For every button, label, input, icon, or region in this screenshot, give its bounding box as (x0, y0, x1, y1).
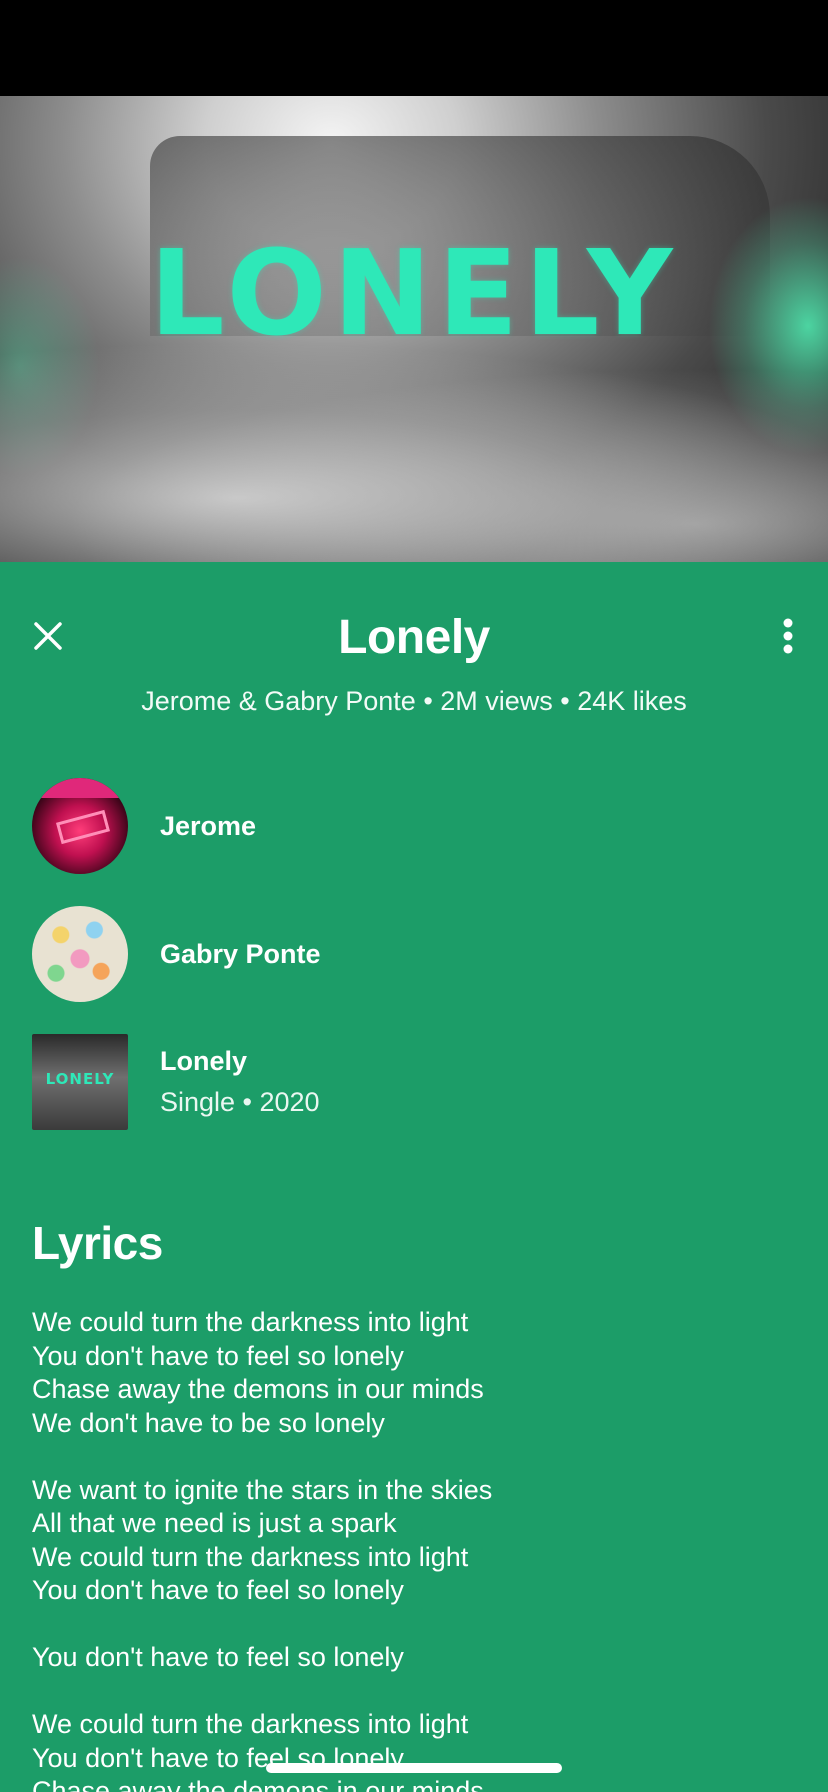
lyrics-stanza: We could turn the darkness into light Yo… (32, 1306, 792, 1440)
lyrics-body: We could turn the darkness into light Yo… (32, 1306, 792, 1792)
header: Lonely (0, 600, 828, 676)
lyrics-heading: Lyrics (32, 1217, 163, 1269)
song-meta: Jerome & Gabry Ponte • 2M views • 24K li… (141, 686, 687, 716)
album-art: LONELY (32, 1034, 128, 1130)
lyric-line: We could turn the darkness into light (32, 1307, 469, 1337)
album-subtitle: Single • 2020 (160, 1087, 320, 1117)
song-title: Lonely (338, 611, 490, 664)
lyric-line: Chase away the demons in our minds (32, 1374, 484, 1404)
lyrics-stanza: We want to ignite the stars in the skies… (32, 1474, 792, 1608)
artwork-banner: LONELY (0, 96, 828, 562)
artist-avatar (32, 778, 128, 874)
artist-name: Gabry Ponte (160, 938, 321, 969)
credits-list: Jerome Gabry Ponte LONELY Lonely Single … (32, 778, 802, 1162)
lyric-line: You don't have to feel so lonely (32, 1642, 404, 1672)
credit-artist-jerome[interactable]: Jerome (32, 778, 802, 874)
home-indicator[interactable] (266, 1763, 562, 1773)
lyric-line: We want to ignite the stars in the skies (32, 1474, 493, 1505)
more-options-button[interactable] (768, 612, 808, 660)
artwork-mist (0, 342, 828, 562)
status-bar (0, 0, 828, 96)
lyric-line: You don't have to feel so lonely (32, 1575, 404, 1605)
album-name: Lonely (160, 1046, 248, 1076)
credit-artist-gabry-ponte[interactable]: Gabry Ponte (32, 906, 802, 1002)
lyric-line: We could turn the darkness into light (32, 1709, 469, 1739)
credit-text: Lonely Single • 2020 (160, 1046, 320, 1118)
lyric-line: All that we need is just a spark (32, 1508, 397, 1538)
credit-album[interactable]: LONELY Lonely Single • 2020 (32, 1034, 802, 1130)
artwork-title: LONELY (149, 224, 679, 362)
lyric-line: We could turn the darkness into light (32, 1541, 469, 1572)
lyrics-stanza: You don't have to feel so lonely (32, 1641, 792, 1675)
artist-name: Jerome (160, 810, 257, 841)
more-vertical-icon (783, 618, 793, 654)
artist-avatar (32, 906, 128, 1002)
lyric-line: We don't have to be so lonely (32, 1407, 385, 1438)
credit-text: Jerome (160, 811, 256, 842)
lyric-line: You don't have to feel so lonely (32, 1340, 404, 1371)
album-art-title: LONELY (45, 1070, 115, 1088)
lyric-line: Chase away the demons in our minds (32, 1776, 484, 1792)
lyrics-stanza: We could turn the darkness into light Yo… (32, 1708, 792, 1792)
credit-text: Gabry Ponte (160, 939, 321, 970)
